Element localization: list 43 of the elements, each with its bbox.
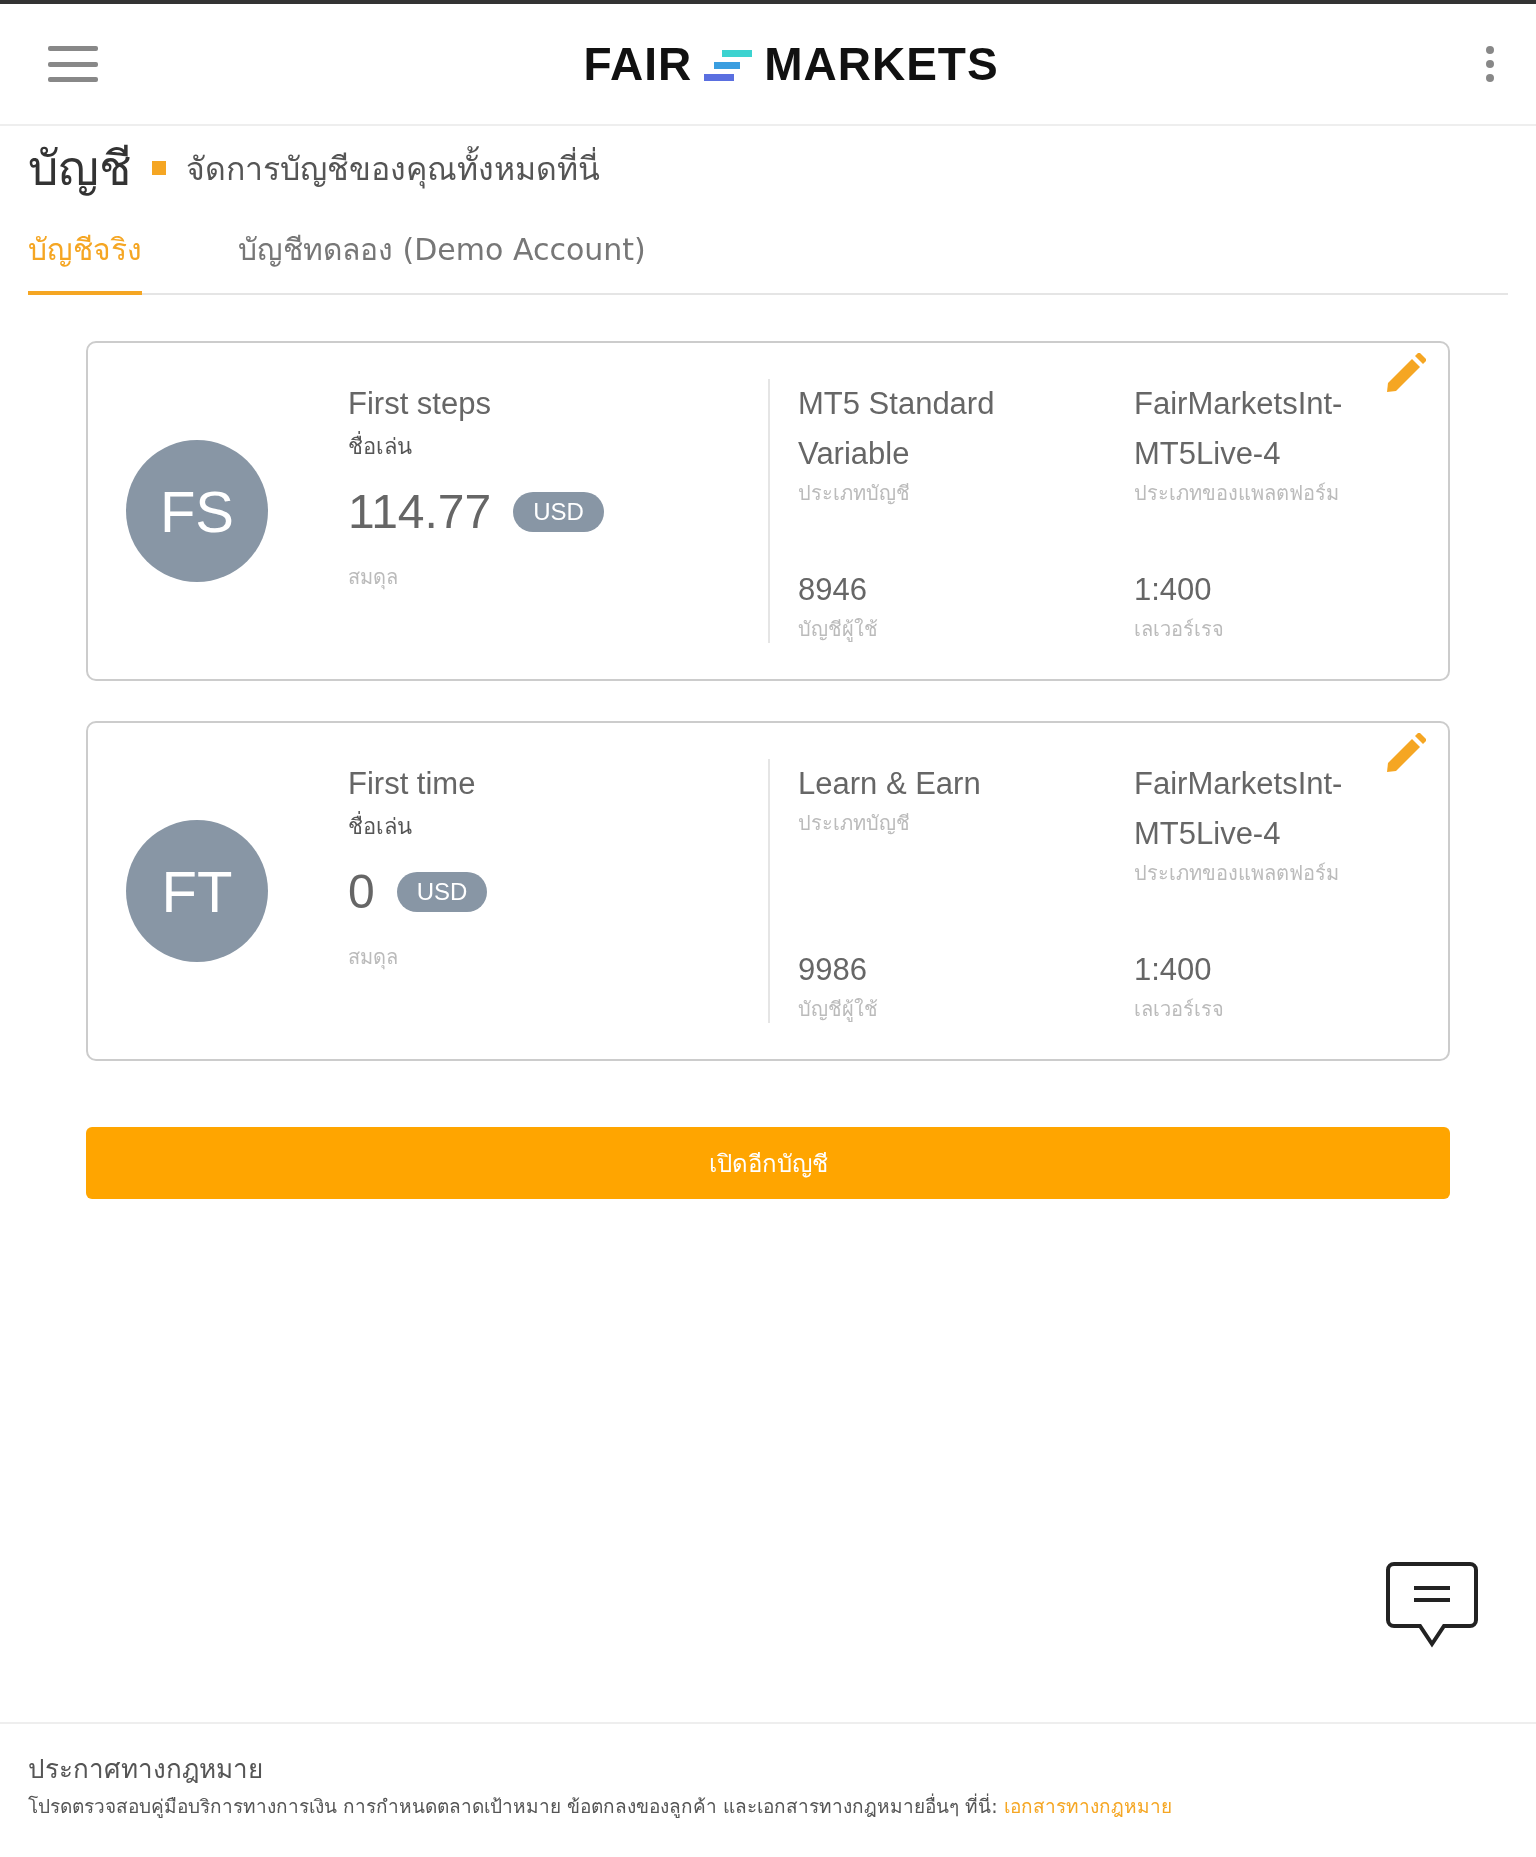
field-label: ประเภทบัญชี	[798, 810, 911, 837]
nickname: First steps	[348, 385, 492, 423]
edit-pencil-icon[interactable]	[1384, 353, 1426, 395]
field-value: MT5 Standard Variable	[798, 385, 996, 473]
open-account-button[interactable]: เปิดอีกบัญชี	[86, 1127, 1450, 1199]
more-options-icon[interactable]	[1484, 44, 1496, 84]
field-value: 1:400	[1134, 951, 1213, 989]
nickname: First time	[348, 765, 477, 803]
edit-pencil-icon[interactable]	[1384, 733, 1426, 775]
avatar: FS	[126, 440, 268, 582]
field-value: Learn & Earn	[798, 765, 982, 803]
field-label: ประเภทบัญชี	[798, 480, 911, 507]
field-label: สมดุล	[348, 944, 399, 971]
currency-badge: USD	[396, 871, 488, 912]
field-label: ชื่อเล่น	[348, 809, 768, 844]
page-title: บัญชี	[28, 139, 132, 198]
bullet-icon	[152, 161, 166, 175]
field-label: บัญชีผู้ใช้	[798, 616, 879, 643]
field-label: ประเภทของแพลตฟอร์ม	[1134, 860, 1340, 887]
balance-value: 114.77	[348, 484, 492, 539]
currency-badge: USD	[513, 491, 604, 532]
balance-value: 0	[348, 864, 375, 919]
tab[interactable]: บัญชีจริง	[28, 214, 142, 295]
field-label: ชื่อเล่น	[348, 429, 768, 464]
field-label: บัญชีผู้ใช้	[798, 996, 879, 1023]
legal-text: โปรดตรวจสอบคู่มือบริการทางการเงิน การกำหนดตลาดเป้าหมาย ข้อตกลงของลูกค้า และเอกสารทางกฎหมายอื่นๆ ที่นี่: เอกสารทางกฎหมาย	[28, 1792, 1173, 1820]
field-value: FairMarketsInt-MT5Live-4	[1134, 385, 1344, 473]
avatar: FT	[126, 820, 268, 962]
logo-text: FAIR	[583, 37, 693, 91]
field-value: 1:400	[1134, 571, 1213, 609]
menu-button[interactable]	[48, 46, 98, 82]
tab[interactable]: บัญชีทดลอง (Demo Account)	[238, 214, 646, 295]
field-label: เลเวอร์เรจ	[1134, 616, 1225, 643]
page-subtitle: จัดการบัญชีของคุณทั้งหมดที่นี่	[186, 142, 600, 194]
field-value: 9986	[798, 951, 868, 989]
field-label: เลเวอร์เรจ	[1134, 996, 1225, 1023]
field-value: 8946	[798, 571, 868, 609]
logo-text: MARKETS	[764, 37, 999, 91]
legal-title: ประกาศทางกฎหมาย	[28, 1753, 264, 1786]
field-label: สมดุล	[348, 564, 399, 591]
legal-documents-link[interactable]: เอกสารทางกฎหมาย	[1003, 1795, 1172, 1817]
field-value: FairMarketsInt-MT5Live-4	[1134, 765, 1344, 853]
field-label: ประเภทของแพลตฟอร์ม	[1134, 480, 1340, 507]
